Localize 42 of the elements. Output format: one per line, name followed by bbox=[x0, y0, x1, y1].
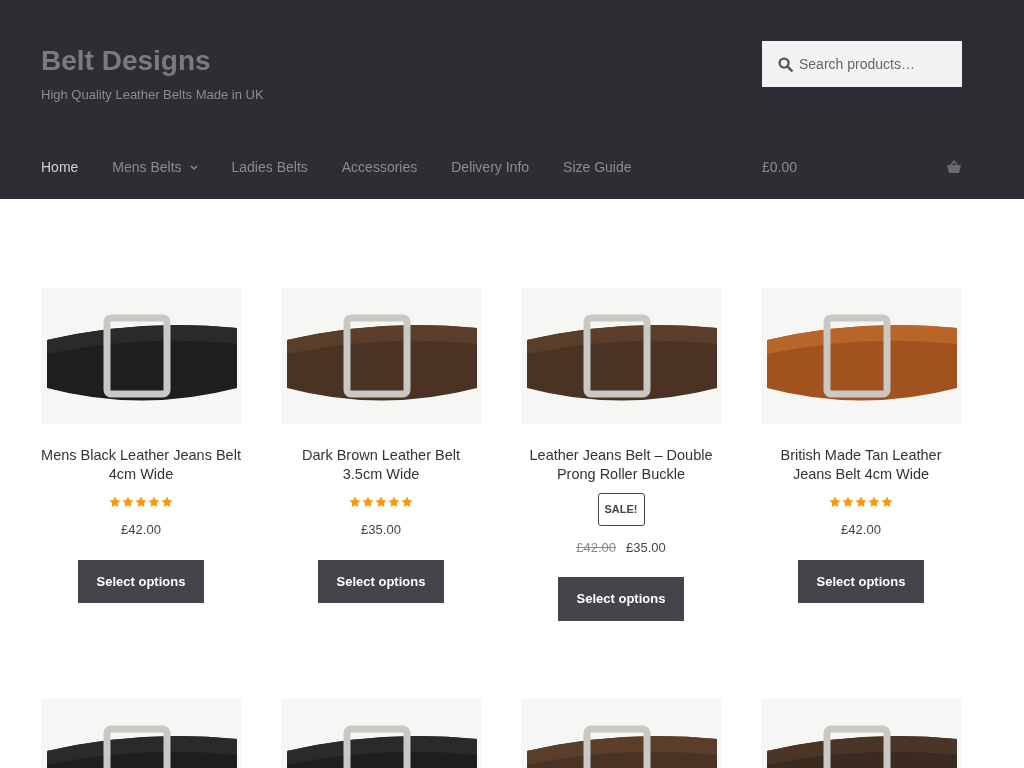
price: £42.00 bbox=[841, 522, 881, 537]
star-icon bbox=[855, 496, 867, 508]
site-tagline: High Quality Leather Belts Made in UK bbox=[41, 86, 264, 104]
basket-icon[interactable] bbox=[946, 160, 962, 174]
nav-link[interactable]: Mens Belts bbox=[112, 156, 198, 178]
star-icon bbox=[375, 496, 387, 508]
price: £42.00 bbox=[121, 522, 161, 537]
star-icon bbox=[842, 496, 854, 508]
star-icon bbox=[148, 496, 160, 508]
belt-photo[interactable] bbox=[521, 288, 721, 424]
nav-link[interactable]: Ladies Belts bbox=[231, 156, 308, 178]
product-title[interactable]: British Made Tan Leather Jeans Belt 4cm Wide bbox=[761, 446, 961, 484]
nav-link[interactable]: Size Guide bbox=[563, 156, 632, 178]
old-price: £42.00 bbox=[576, 539, 616, 555]
star-icon bbox=[388, 496, 400, 508]
star-icon bbox=[401, 496, 413, 508]
select-options-button[interactable]: Select options bbox=[797, 559, 925, 603]
star-icon bbox=[161, 496, 173, 508]
sale-badge: SALE! bbox=[597, 493, 645, 526]
product-title[interactable]: Dark Brown Leather Belt 3.5cm Wide bbox=[281, 446, 481, 484]
nav-link[interactable]: Delivery Info bbox=[451, 156, 530, 178]
cart-total[interactable]: £0.00 bbox=[762, 156, 798, 178]
belt-photo[interactable] bbox=[281, 288, 481, 424]
belt-photo[interactable] bbox=[41, 288, 241, 424]
star-icon bbox=[349, 496, 361, 508]
star-icon bbox=[881, 496, 893, 508]
star-icon bbox=[122, 496, 134, 508]
star-icon bbox=[362, 496, 374, 508]
star-icon bbox=[868, 496, 880, 508]
nav-link[interactable]: Accessories bbox=[341, 156, 418, 178]
star-icon bbox=[109, 496, 121, 508]
search-field[interactable]: Search products… bbox=[762, 41, 962, 87]
price: £35.00 bbox=[626, 539, 666, 555]
product-title[interactable]: Leather Jeans Belt – Double Prong Roller Buckle bbox=[521, 446, 721, 484]
select-options-button[interactable]: Select options bbox=[77, 559, 205, 603]
price: £35.00 bbox=[361, 522, 401, 537]
star-icon bbox=[829, 496, 841, 508]
star-icon bbox=[135, 496, 147, 508]
product-title[interactable]: Mens Black Leather Jeans Belt 4cm Wide bbox=[41, 446, 241, 484]
select-options-button[interactable]: Select options bbox=[557, 577, 685, 621]
nav-link[interactable]: Home bbox=[41, 156, 79, 178]
select-options-button[interactable]: Select options bbox=[317, 559, 445, 603]
